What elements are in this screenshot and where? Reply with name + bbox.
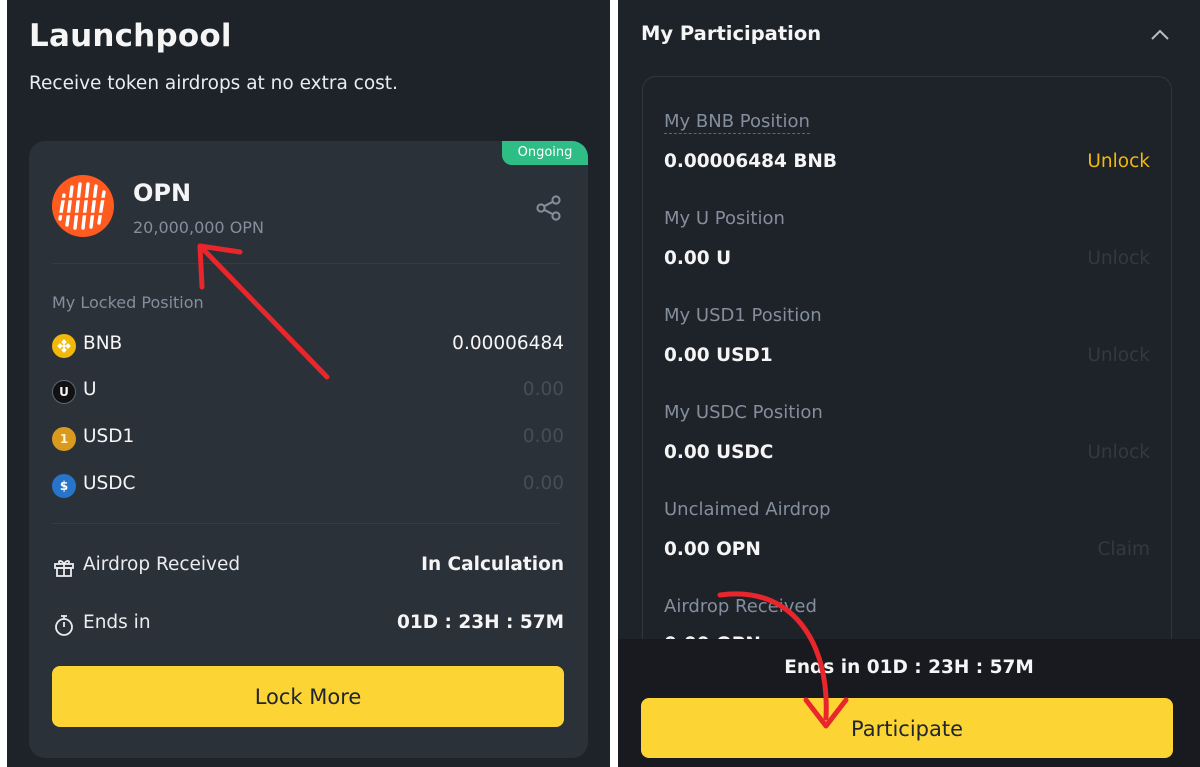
position-label: My USD1 Position — [664, 305, 822, 326]
ends-in-label: Ends in — [83, 612, 151, 633]
ends-in-row: Ends in 01D : 23H : 57M — [52, 610, 564, 640]
usdc-coin-icon: $ — [52, 474, 76, 498]
share-icon[interactable] — [534, 193, 564, 223]
participation-card — [642, 76, 1172, 718]
status-badge: Ongoing — [502, 141, 588, 165]
coin-value: 0.00 — [522, 379, 564, 400]
page-subtitle: Receive token airdrops at no extra cost. — [29, 73, 398, 94]
launchpool-card[interactable]: Ongoing OPN 20,000,000 OPN My Locked Pos… — [29, 141, 588, 758]
position-row-usdc: $ USDC 0.00 — [52, 472, 564, 500]
coin-value: 0.00 — [522, 473, 564, 494]
position-row-u: U U 0.00 — [52, 378, 564, 406]
coin-label: U — [83, 379, 97, 400]
unclaimed-airdrop-value: 0.00 OPN — [664, 539, 761, 560]
position-label: My U Position — [664, 208, 785, 229]
gift-icon — [52, 555, 76, 579]
divider — [52, 263, 560, 264]
u-coin-icon: U — [52, 380, 76, 404]
unlock-u-button[interactable]: Unlock — [1087, 248, 1150, 269]
page-title: Launchpool — [29, 18, 232, 54]
position-label: My USDC Position — [664, 402, 823, 423]
position-value: 0.00006484 BNB — [664, 151, 838, 172]
opn-token-logo — [52, 175, 114, 237]
unclaimed-airdrop-label: Unclaimed Airdrop — [664, 499, 831, 520]
usd1-coin-icon: 1 — [52, 427, 76, 451]
position-row-bnb: BNB 0.00006484 — [52, 332, 564, 360]
airdrop-received-label: Airdrop Received — [83, 554, 241, 575]
bnb-coin-icon — [52, 334, 76, 358]
lock-more-button[interactable]: Lock More — [52, 666, 564, 727]
position-value: 0.00 U — [664, 248, 732, 269]
claim-button[interactable]: Claim — [1097, 539, 1150, 560]
airdrop-received-value: In Calculation — [421, 554, 564, 575]
launchpool-panel: Launchpool Receive token airdrops at no … — [7, 0, 610, 767]
coin-label: USDC — [83, 473, 136, 494]
locked-position-label: My Locked Position — [52, 293, 204, 312]
countdown-value: 01D : 23H : 57M — [396, 612, 564, 633]
airdrop-received-label: Airdrop Received — [664, 596, 817, 617]
position-label: My BNB Position — [664, 111, 810, 134]
token-pool-amount: 20,000,000 OPN — [133, 218, 264, 237]
coin-label: BNB — [83, 333, 123, 354]
coin-label: USD1 — [83, 426, 135, 447]
position-value: 0.00 USD1 — [664, 345, 773, 366]
coin-value: 0.00006484 — [452, 333, 564, 354]
position-row-usd1: 1 USD1 0.00 — [52, 425, 564, 453]
unlock-usd1-button[interactable]: Unlock — [1087, 345, 1150, 366]
unlock-usdc-button[interactable]: Unlock — [1087, 442, 1150, 463]
token-name: OPN — [133, 179, 192, 207]
coin-value: 0.00 — [522, 426, 564, 447]
participate-button[interactable]: Participate — [641, 698, 1173, 758]
position-value: 0.00 USDC — [664, 442, 774, 463]
airdrop-received-row: Airdrop Received In Calculation — [52, 552, 564, 582]
chevron-up-icon[interactable] — [1148, 26, 1172, 44]
section-title: My Participation — [641, 22, 822, 45]
countdown-text: Ends in 01D : 23H : 57M — [784, 657, 1034, 678]
timer-icon — [52, 613, 76, 637]
my-participation-panel: My Participation My BNB Position 0.00006… — [618, 0, 1200, 767]
unlock-bnb-button[interactable]: Unlock — [1087, 151, 1150, 172]
divider — [52, 523, 560, 524]
